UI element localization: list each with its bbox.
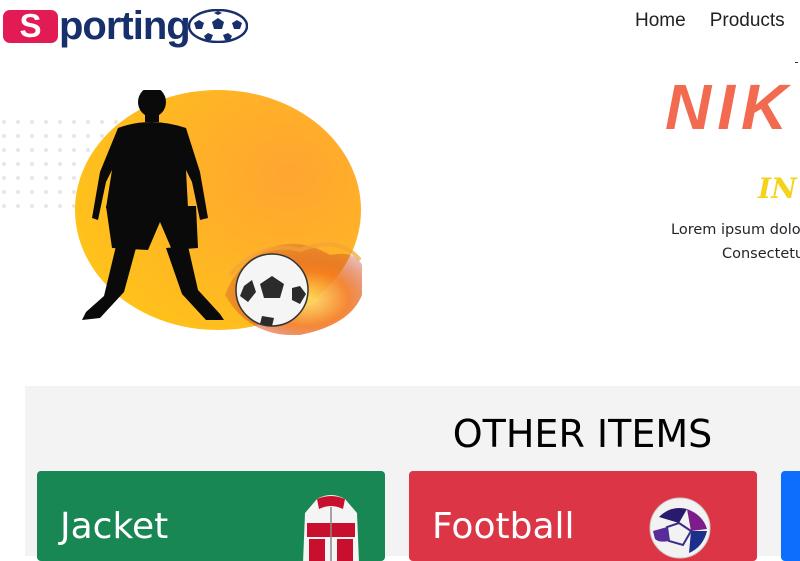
logo-s-mark: S [3, 7, 58, 44]
card-label: Football [432, 506, 575, 547]
divider [795, 62, 798, 63]
hero-text-line-1: Lorem ipsum dolo [671, 222, 800, 238]
brand-logo[interactable]: S porting [0, 5, 348, 47]
other-items-section: OTHER ITEMS Jacket Football [25, 386, 800, 561]
nav-home[interactable]: Home [635, 10, 686, 32]
jacket-icon [303, 495, 359, 561]
hero-subtitle: IN [758, 172, 797, 205]
logo-ball-icon [187, 9, 248, 43]
logo-wordmark: porting [59, 4, 191, 48]
hero-brand-title: NIK [665, 71, 794, 143]
section-heading: OTHER ITEMS [452, 412, 713, 456]
card-label: Jacket [60, 506, 169, 547]
nav-links: Home Products [635, 10, 785, 32]
hero-illustration [0, 90, 362, 335]
navbar: S porting Home Products [0, 0, 800, 50]
hero-text-line-2: Consectetu [722, 246, 800, 262]
nav-products[interactable]: Products [710, 10, 785, 32]
football-icon [649, 497, 711, 559]
